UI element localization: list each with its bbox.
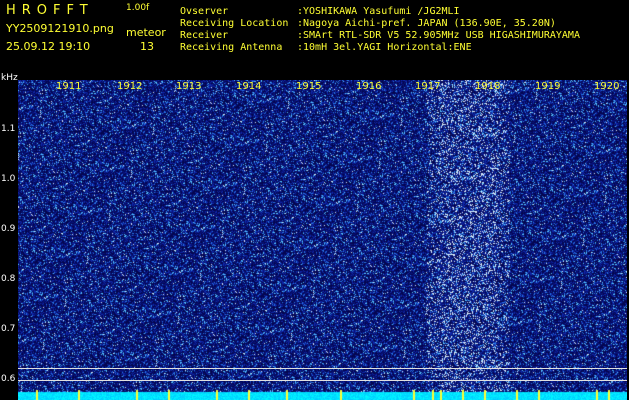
reference-line [18,368,627,369]
observer-label: Ovserver [180,6,229,17]
capture-datetime: 25.09.12 19:10 [6,40,91,53]
y-tick-label: 0.7 [1,324,16,334]
y-tick-label: 0.8 [1,274,16,284]
x-tick-label: 1915 [296,81,322,92]
y-tick-label: 1.0 [1,174,16,184]
location-value: :Nagoya Aichi-pref. JAPAN (136.90E, 35.2… [297,18,556,29]
meteor-count: 13 [140,40,154,53]
x-tick-label: 1912 [117,81,143,92]
hrofft-display: HROFFT 1.00f YY2509121910.png meteor 25.… [0,0,629,400]
y-axis-unit: kHz [1,73,18,83]
spectrogram [18,80,627,400]
antenna-label: Receiving Antenna [180,42,283,53]
y-tick-label: 1.1 [1,124,16,134]
x-tick-label: 1914 [236,81,262,92]
x-tick-label: 1917 [415,81,441,92]
receiver-label: Receiver [180,30,229,41]
observer-value: :YOSHIKAWA Yasufumi /JG2MLI [297,6,460,17]
x-tick-label: 1918 [475,81,501,92]
y-tick-label: 0.9 [1,224,16,234]
spectrogram-canvas [18,80,627,400]
location-label: Receiving Location [180,18,289,29]
app-version: 1.00f [126,3,150,13]
x-tick-label: 1916 [356,81,382,92]
x-tick-label: 1911 [56,81,82,92]
reference-line [18,380,627,381]
x-tick-label: 1919 [535,81,561,92]
image-filename: YY2509121910.png [6,22,114,35]
detection-mode: meteor [126,26,166,39]
x-tick-label: 1913 [176,81,202,92]
app-logo: HROFFT [6,3,94,18]
antenna-value: :10mH 3el.YAGI Horizontal:ENE [297,42,472,53]
y-tick-label: 0.6 [1,374,16,384]
x-tick-label: 1920 [594,81,620,92]
receiver-value: :SMArt RTL-SDR V5 52.905MHz USB HIGASHIM… [297,30,580,41]
